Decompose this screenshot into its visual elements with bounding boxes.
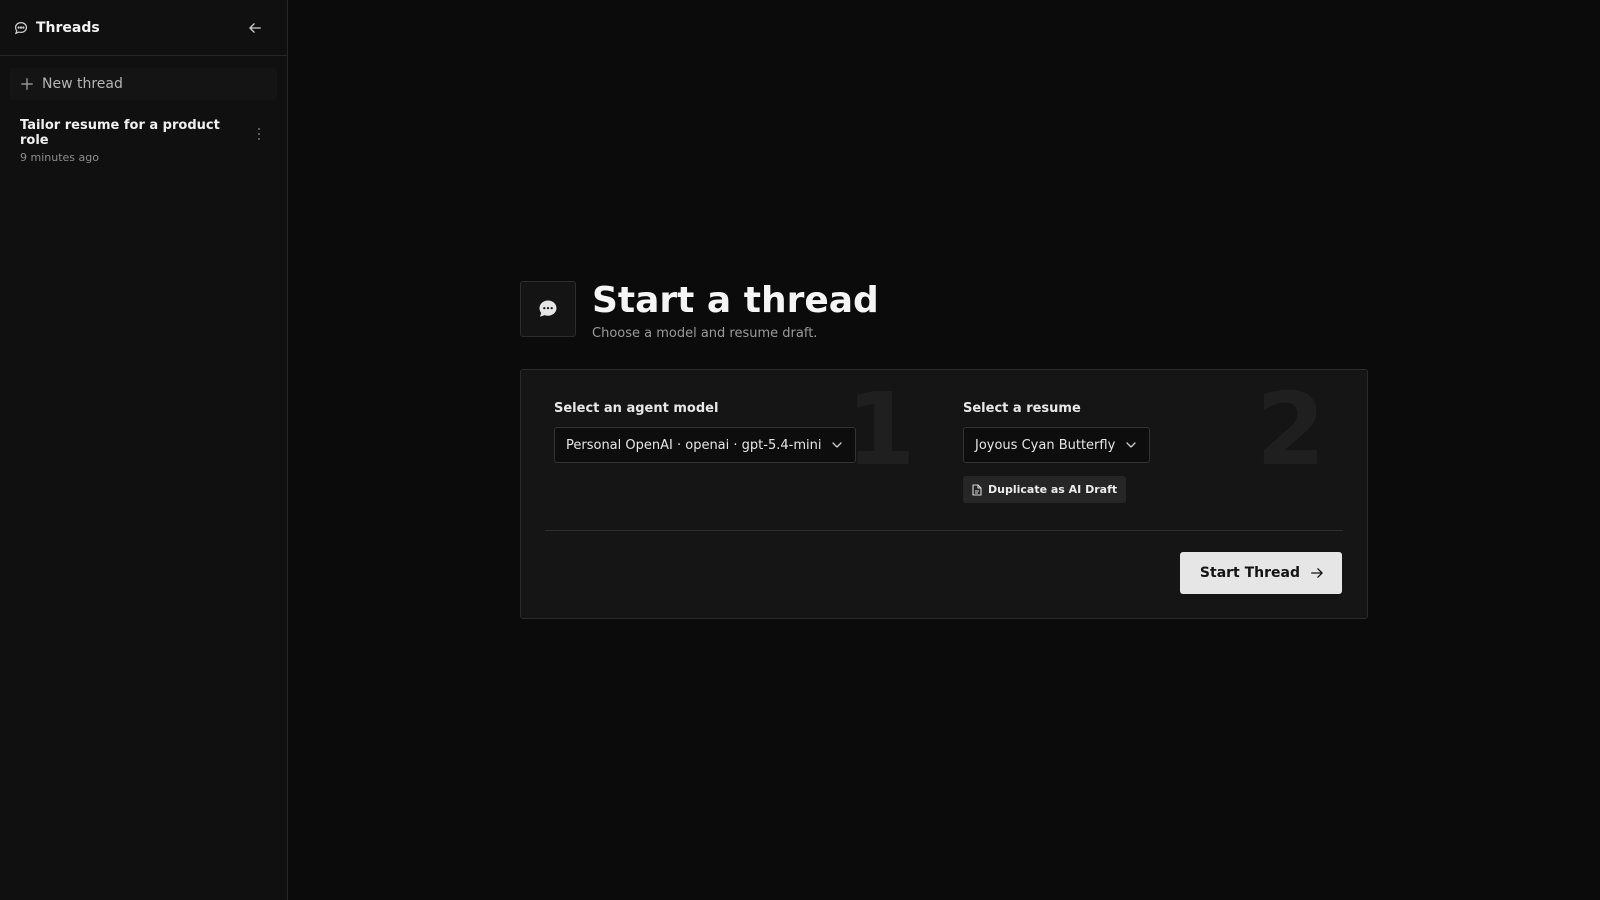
model-select[interactable]: Personal OpenAI · openai · gpt-5.4-mini [554, 427, 857, 463]
hero: Start a thread Choose a model and resume… [520, 280, 879, 341]
thread-timestamp: 9 minutes ago [20, 151, 99, 164]
sidebar: Threads New thread Tailor resume for a p… [0, 0, 288, 900]
page-subtitle: Choose a model and resume draft. [592, 326, 818, 341]
thread-list: Tailor resume for a product role 9 minut… [0, 100, 287, 170]
file-icon [972, 483, 982, 496]
start-thread-label: Start Thread [1199, 565, 1300, 581]
model-label: Select an agent model [554, 401, 719, 416]
chevron-down-icon [1125, 439, 1137, 451]
model-select-value: Personal OpenAI · openai · gpt-5.4-mini [566, 437, 822, 453]
more-vertical-icon [258, 128, 261, 140]
resume-select[interactable]: Joyous Cyan Butterfly [963, 427, 1151, 463]
collapse-sidebar-button[interactable] [243, 16, 267, 40]
chat-bubble-icon [14, 21, 28, 35]
resume-field: Select a resume Joyous Cyan Butterfly Du… [963, 401, 1151, 503]
duplicate-ai-draft-button[interactable]: Duplicate as AI Draft [963, 476, 1127, 503]
thread-more-button[interactable] [249, 118, 269, 146]
new-thread-label: New thread [42, 76, 123, 92]
start-thread-card: 1 2 Select an agent model Personal OpenA… [520, 369, 1368, 619]
sidebar-header: Threads [0, 0, 287, 56]
resume-label: Select a resume [963, 401, 1081, 416]
duplicate-ai-draft-label: Duplicate as AI Draft [988, 483, 1118, 496]
resume-select-value: Joyous Cyan Butterfly [975, 437, 1116, 453]
page-title: Start a thread [592, 280, 879, 321]
arrow-right-icon [1310, 566, 1324, 580]
hero-icon-box [520, 281, 576, 337]
sidebar-title: Threads [36, 19, 100, 36]
plus-icon [20, 77, 34, 91]
sidebar-title-group: Threads [14, 20, 100, 36]
chat-dots-icon [539, 300, 557, 317]
arrow-left-icon [249, 22, 261, 33]
app-root: Threads New thread Tailor resume for a p… [0, 0, 1600, 900]
chevron-down-icon [831, 439, 843, 451]
thread-item-text: Tailor resume for a product role 9 minut… [20, 118, 249, 164]
main-content: Start a thread Choose a model and resume… [288, 0, 1600, 900]
card-divider [545, 530, 1343, 531]
step-number-2: 2 [1256, 371, 1326, 488]
start-thread-button[interactable]: Start Thread [1179, 552, 1342, 594]
thread-title: Tailor resume for a product role [20, 118, 220, 148]
thread-item[interactable]: Tailor resume for a product role 9 minut… [0, 112, 287, 170]
new-thread-button[interactable]: New thread [10, 68, 277, 100]
model-field: Select an agent model Personal OpenAI · … [554, 401, 857, 463]
hero-text: Start a thread Choose a model and resume… [592, 280, 879, 341]
